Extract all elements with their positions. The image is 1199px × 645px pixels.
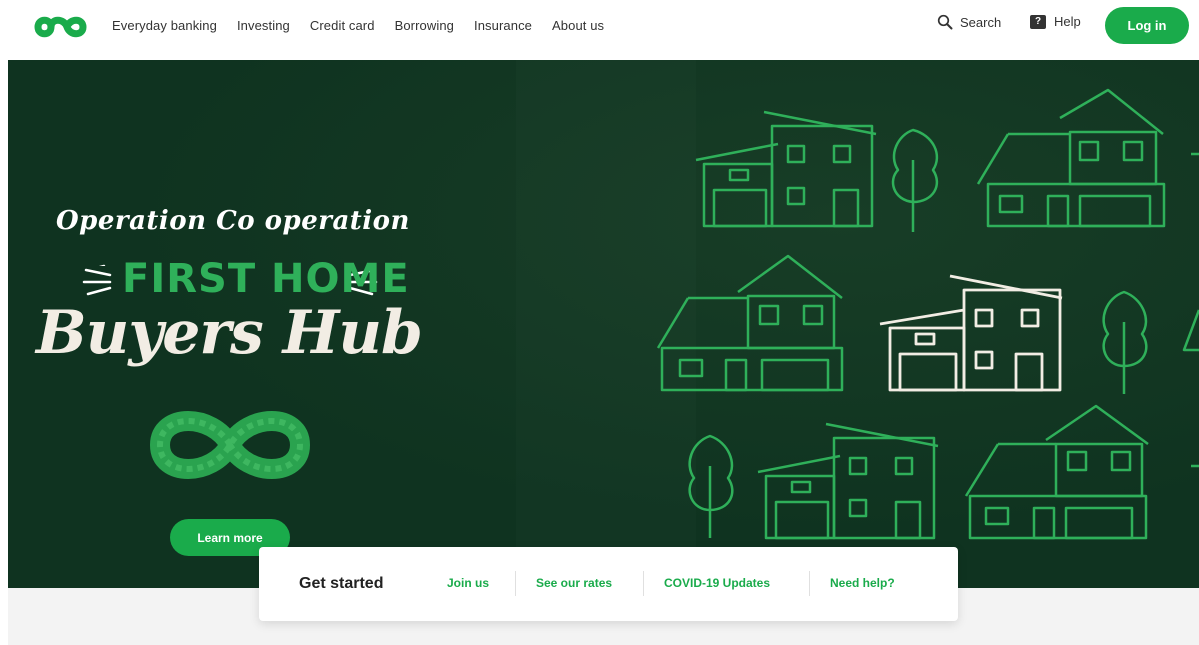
nav-investing[interactable]: Investing [237, 18, 290, 33]
help-icon: ? [1030, 14, 1046, 29]
get-started-title: Get started [299, 575, 384, 592]
help-link[interactable]: ? Help [1030, 14, 1081, 29]
main-nav: Everyday banking Investing Credit card B… [112, 0, 624, 50]
link-divider [643, 571, 644, 596]
site-header: Everyday banking Investing Credit card B… [0, 0, 1199, 58]
hero-banner: Operation Co operation FIRST HOME Buyers… [8, 60, 1199, 588]
search-label: Search [960, 14, 1002, 30]
nav-about-us[interactable]: About us [552, 18, 604, 33]
login-button[interactable]: Log in [1105, 7, 1189, 44]
get-started-card: Get started Join us See our rates COVID-… [259, 547, 958, 621]
nav-everyday-banking[interactable]: Everyday banking [112, 18, 217, 33]
brand-logo-icon[interactable] [28, 12, 94, 42]
house-modern-icon [757, 422, 939, 540]
houses-illustration [656, 88, 1199, 540]
search-icon [937, 14, 953, 30]
covid-updates-link[interactable]: COVID-19 Updates [664, 576, 770, 590]
house-gabled-icon [976, 88, 1166, 228]
tree-icon [891, 128, 939, 232]
link-divider [809, 571, 810, 596]
tree-icon [688, 434, 734, 538]
nav-borrowing[interactable]: Borrowing [395, 18, 454, 33]
nav-insurance[interactable]: Insurance [474, 18, 532, 33]
help-label: Help [1054, 14, 1081, 29]
nav-credit-card[interactable]: Credit card [310, 18, 375, 33]
need-help-link[interactable]: Need help? [830, 576, 895, 590]
see-our-rates-link[interactable]: See our rates [536, 576, 612, 590]
house-modern-icon [695, 110, 877, 228]
link-divider [515, 571, 516, 596]
join-us-link[interactable]: Join us [447, 576, 489, 590]
house-highlight-icon [879, 274, 1063, 392]
tree-icon [1102, 290, 1148, 394]
house-gabled-icon [964, 404, 1149, 540]
house-gabled-icon [656, 254, 844, 392]
search-link[interactable]: Search [937, 14, 1001, 30]
